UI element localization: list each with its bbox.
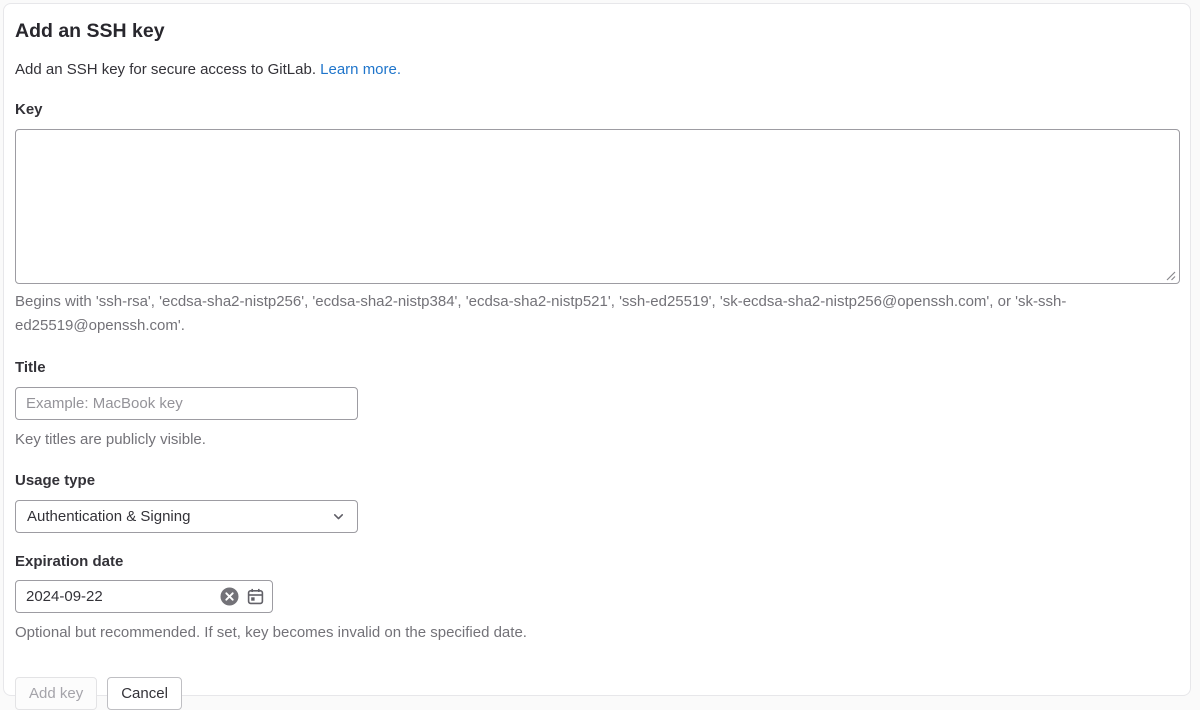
expiration-date-label: Expiration date: [15, 552, 1179, 572]
expiration-date-icons: [220, 580, 264, 613]
page-description-text: Add an SSH key for secure access to GitL…: [15, 61, 320, 78]
chevron-down-icon: [331, 509, 346, 524]
page-description: Add an SSH key for secure access to GitL…: [15, 59, 1179, 81]
cancel-button[interactable]: Cancel: [107, 677, 182, 710]
resize-grip-icon[interactable]: [1165, 270, 1176, 281]
title-hint: Key titles are publicly visible.: [15, 428, 1179, 453]
key-hint: Begins with 'ssh-rsa', 'ecdsa-sha2-nistp…: [15, 290, 1179, 340]
usage-type-label: Usage type: [15, 471, 1179, 491]
add-ssh-key-form-card: Add an SSH key Add an SSH key for secure…: [3, 3, 1191, 696]
expiration-form-group: Expiration date: [15, 552, 1179, 646]
calendar-icon[interactable]: [247, 588, 264, 605]
form-actions: Add key Cancel: [15, 677, 1179, 710]
clear-date-icon[interactable]: [220, 587, 239, 606]
key-form-group: Key Begins with 'ssh-rsa', 'ecdsa-sha2-n…: [15, 100, 1179, 339]
usage-type-selected-value: Authentication & Signing: [27, 508, 190, 525]
key-textarea-wrapper: [15, 129, 1179, 284]
key-label: Key: [15, 100, 1179, 120]
expiration-date-wrapper: [15, 580, 273, 613]
title-input[interactable]: [15, 387, 358, 420]
key-textarea[interactable]: [15, 129, 1180, 284]
add-key-button[interactable]: Add key: [15, 677, 97, 710]
page-title: Add an SSH key: [15, 19, 1179, 44]
usage-type-select[interactable]: Authentication & Signing: [15, 500, 358, 533]
title-form-group: Title Key titles are publicly visible.: [15, 358, 1179, 452]
title-label: Title: [15, 358, 1179, 378]
usage-type-form-group: Usage type Authentication & Signing: [15, 471, 1179, 533]
learn-more-link[interactable]: Learn more.: [320, 61, 401, 78]
expiration-hint: Optional but recommended. If set, key be…: [15, 621, 1179, 646]
